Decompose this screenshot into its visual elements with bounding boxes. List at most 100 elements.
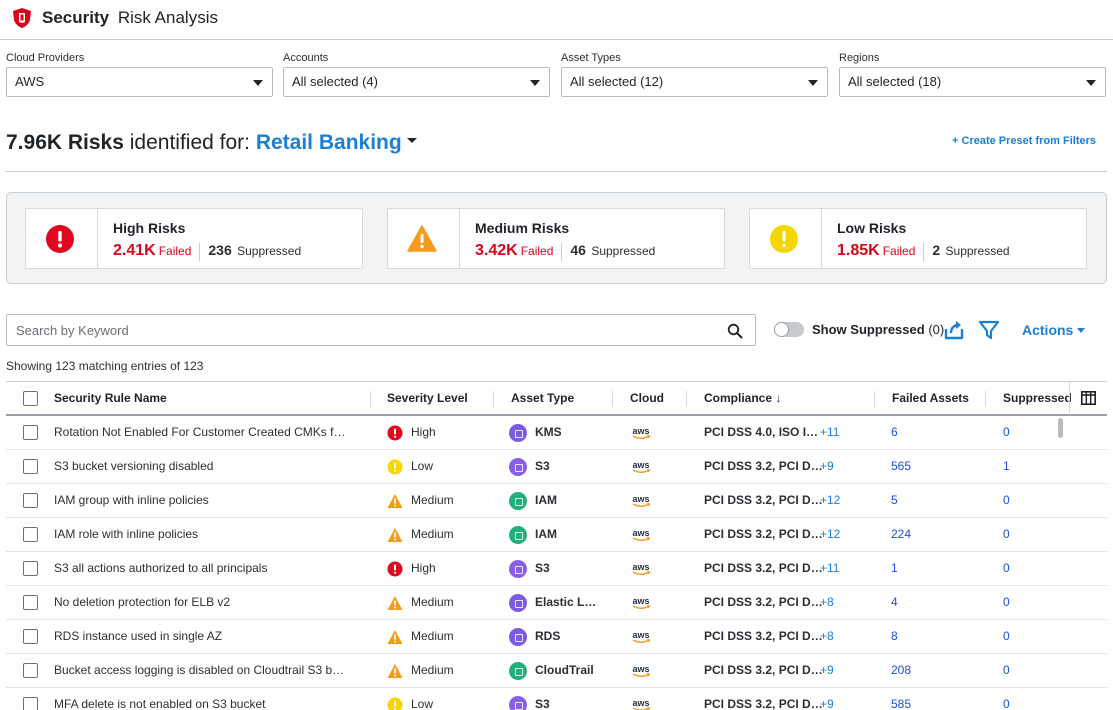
- compliance-more-link[interactable]: +11: [820, 416, 850, 449]
- rule-name[interactable]: RDS instance used in single AZ: [54, 620, 359, 653]
- chevron-down-icon[interactable]: [406, 137, 417, 143]
- table-row[interactable]: IAM group with inline policies Medium IAM a…: [6, 484, 1107, 518]
- rule-name[interactable]: IAM role with inline policies: [54, 518, 359, 551]
- table-row[interactable]: No deletion protection for ELB v2 Medium E…: [6, 586, 1107, 620]
- header-compliance[interactable]: Compliance ↓: [704, 382, 781, 415]
- low-risks-card[interactable]: Low Risks 1.85K Failed 2 Suppressed: [749, 208, 1087, 269]
- actions-menu[interactable]: Actions: [1022, 322, 1086, 338]
- show-suppressed-toggle[interactable]: [774, 322, 804, 337]
- row-checkbox[interactable]: [23, 595, 38, 610]
- card-stats: 3.42K Failed 46 Suppressed: [475, 242, 655, 261]
- compliance-more-link[interactable]: +8: [820, 586, 850, 619]
- asset-type-icon: [509, 526, 527, 544]
- asset-types-select[interactable]: All selected (12): [561, 67, 828, 97]
- row-checkbox[interactable]: [23, 425, 38, 440]
- failed-assets-link[interactable]: 208: [891, 654, 951, 687]
- row-checkbox[interactable]: [23, 561, 38, 576]
- failed-label: Failed: [158, 244, 192, 258]
- table-row[interactable]: S3 bucket versioning disabled Low S3 aws PCI…: [6, 450, 1107, 484]
- rule-name[interactable]: Bucket access logging is disabled on Clo…: [54, 654, 359, 687]
- table-row[interactable]: IAM role with inline policies Medium IAM aw…: [6, 518, 1107, 552]
- row-checkbox[interactable]: [23, 459, 38, 474]
- header-failed-assets[interactable]: Failed Assets: [892, 382, 969, 415]
- failed-assets-link[interactable]: 6: [891, 416, 951, 449]
- filter-regions: Regions All selected (18): [839, 51, 1106, 97]
- rule-name[interactable]: MFA delete is not enabled on S3 bucket: [54, 688, 359, 710]
- card-title: Low Risks: [837, 220, 907, 236]
- shield-logo-icon: [13, 8, 31, 28]
- search-icon[interactable]: [727, 323, 743, 339]
- suppressed-link[interactable]: 0: [1003, 518, 1043, 551]
- table-row[interactable]: Rotation Not Enabled For Customer Create…: [6, 416, 1107, 450]
- rule-name[interactable]: S3 bucket versioning disabled: [54, 450, 359, 483]
- rule-name[interactable]: S3 all actions authorized to all princip…: [54, 552, 359, 585]
- suppressed-link[interactable]: 0: [1003, 586, 1043, 619]
- compliance-more-link[interactable]: +12: [820, 518, 850, 551]
- filter-icon[interactable]: [977, 318, 1001, 342]
- accounts-select[interactable]: All selected (4): [283, 67, 550, 97]
- header-asset-type[interactable]: Asset Type: [511, 382, 574, 415]
- table-scrollbar[interactable]: [1058, 418, 1063, 438]
- failed-assets-link[interactable]: 565: [891, 450, 951, 483]
- header-suppressed[interactable]: Suppressed: [1003, 382, 1072, 415]
- header-rule-name[interactable]: Security Rule Name: [54, 382, 167, 415]
- suppressed-link[interactable]: 1: [1003, 450, 1043, 483]
- aws-logo-icon: aws: [632, 562, 651, 575]
- failed-assets-link[interactable]: 5: [891, 484, 951, 517]
- export-icon[interactable]: [942, 318, 966, 342]
- failed-assets-link[interactable]: 1: [891, 552, 951, 585]
- high-risks-card[interactable]: High Risks 2.41K Failed 236 Suppressed: [25, 208, 363, 269]
- rule-name[interactable]: No deletion protection for ELB v2: [54, 586, 359, 619]
- stat-separator: [199, 242, 201, 261]
- regions-select[interactable]: All selected (18): [839, 67, 1106, 97]
- asset-type-icon: [509, 594, 527, 612]
- medium-risks-card[interactable]: Medium Risks 3.42K Failed 46 Suppressed: [387, 208, 725, 269]
- row-checkbox[interactable]: [23, 663, 38, 678]
- failed-assets-link[interactable]: 8: [891, 620, 951, 653]
- header-severity[interactable]: Severity Level: [387, 382, 468, 415]
- failed-assets-link[interactable]: 4: [891, 586, 951, 619]
- rule-name[interactable]: Rotation Not Enabled For Customer Create…: [54, 416, 359, 449]
- compliance-more-link[interactable]: +9: [820, 688, 850, 710]
- chevron-down-icon: [253, 80, 263, 86]
- header-cloud[interactable]: Cloud: [630, 382, 664, 415]
- table-row[interactable]: RDS instance used in single AZ Medium RDS a…: [6, 620, 1107, 654]
- table-row[interactable]: Bucket access logging is disabled on Clo…: [6, 654, 1107, 688]
- failed-assets-link[interactable]: 585: [891, 688, 951, 710]
- severity-level: Medium: [411, 595, 454, 609]
- compliance-more-link[interactable]: +12: [820, 484, 850, 517]
- table-row[interactable]: S3 all actions authorized to all princip…: [6, 552, 1107, 586]
- suppressed-link[interactable]: 0: [1003, 620, 1043, 653]
- suppressed-link[interactable]: 0: [1003, 416, 1043, 449]
- compliance-more-link[interactable]: +9: [820, 654, 850, 687]
- aws-logo-icon: aws: [632, 630, 651, 643]
- suppressed-link[interactable]: 0: [1003, 484, 1043, 517]
- row-checkbox[interactable]: [23, 697, 38, 710]
- compliance-more-link[interactable]: +11: [820, 552, 850, 585]
- failed-assets-link[interactable]: 224: [891, 518, 951, 551]
- table-row[interactable]: MFA delete is not enabled on S3 bucket Lo…: [6, 688, 1107, 710]
- tenant-selector[interactable]: Retail Banking: [256, 131, 402, 154]
- suppressed-link[interactable]: 0: [1003, 654, 1043, 687]
- severity-level: Medium: [411, 663, 454, 677]
- cloud-providers-select[interactable]: AWS: [6, 67, 273, 97]
- row-checkbox[interactable]: [23, 493, 38, 508]
- suppressed-link[interactable]: 0: [1003, 552, 1043, 585]
- column-settings-button[interactable]: [1069, 382, 1107, 415]
- low-severity-icon: [387, 697, 403, 710]
- compliance-more-link[interactable]: +9: [820, 450, 850, 483]
- compliance-more-link[interactable]: +8: [820, 620, 850, 653]
- create-preset-link[interactable]: + Create Preset from Filters: [952, 135, 1096, 147]
- select-all-checkbox[interactable]: [23, 391, 38, 406]
- search-input[interactable]: [7, 315, 707, 345]
- aws-logo-text: aws: [632, 426, 649, 436]
- asset-type: S3: [535, 459, 550, 473]
- compliance: PCI DSS 3.2, PCI D…: [704, 561, 823, 575]
- row-checkbox[interactable]: [23, 629, 38, 644]
- suppressed-link[interactable]: 0: [1003, 688, 1043, 710]
- card-icon-wrap: [388, 209, 460, 268]
- card-stats: 2.41K Failed 236 Suppressed: [113, 242, 301, 261]
- row-checkbox[interactable]: [23, 527, 38, 542]
- asset-type-icon: [509, 696, 527, 710]
- rule-name[interactable]: IAM group with inline policies: [54, 484, 359, 517]
